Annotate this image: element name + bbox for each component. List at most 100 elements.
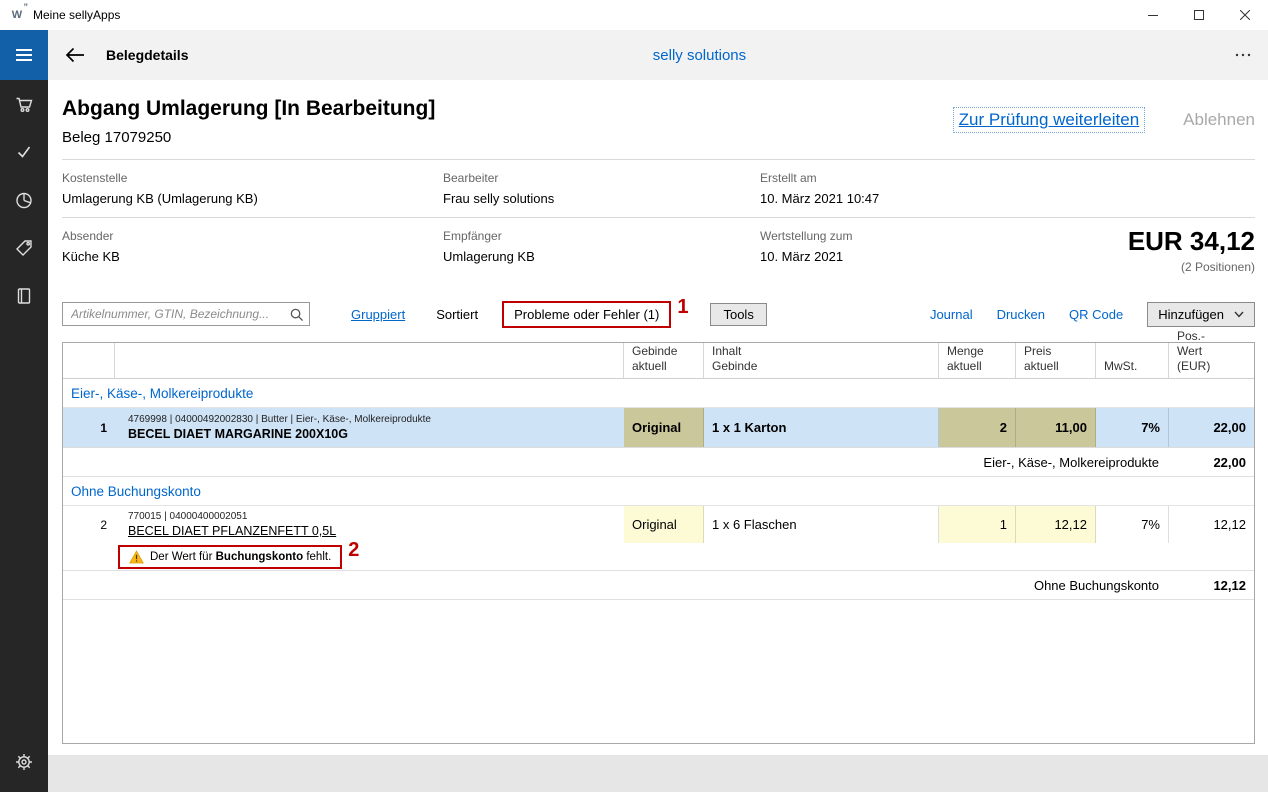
cell-mwst: 7% (1096, 506, 1169, 543)
warning-message-box: Der Wert für Buchungskonto fehlt. (118, 544, 343, 569)
field-value: 10. März 2021 10:47 (760, 191, 880, 206)
tenant-title: selly solutions (652, 46, 747, 64)
document-content: Abgang Umlagerung [In Bearbeitung] Beleg… (48, 80, 1268, 755)
row-position: 1 (100, 420, 107, 435)
row-position: 2 (100, 517, 107, 532)
header-pos-wert: Pos.-Wert (EUR) (1177, 329, 1211, 373)
reject-button[interactable]: Ablehnen (1183, 107, 1255, 133)
problems-filter-button[interactable]: Probleme oder Fehler (1) (502, 300, 672, 328)
app-logo-icon: W (9, 2, 28, 23)
menu-button[interactable] (0, 30, 48, 80)
cell-inhalt[interactable]: 1 x 1 Karton (704, 408, 939, 447)
group-subtotal-row: Eier-, Käse-, Molkereiprodukte 22,00 (63, 448, 1254, 477)
field-value: Umlagerung KB (443, 249, 535, 264)
header-menge: Menge aktuell (939, 343, 1016, 378)
field-kostenstelle: Kostenstelle Umlagerung KB (Umlagerung K… (62, 171, 443, 217)
search-icon[interactable] (289, 307, 304, 322)
forward-for-review-link[interactable]: Zur Prüfung weiterleiten (952, 107, 1146, 133)
chevron-down-icon (1234, 311, 1244, 318)
row-description: 770015 | 04000400002051 BECEL DIAET PFLA… (115, 506, 624, 543)
field-label: Kostenstelle (62, 171, 128, 185)
window-title: Meine sellyApps (33, 8, 121, 22)
warning-triangle-icon (129, 549, 144, 563)
cell-menge[interactable]: 2 (939, 408, 1016, 447)
sidebar-item-reports[interactable] (0, 176, 48, 224)
cell-gebinde[interactable]: Original (624, 408, 704, 447)
annotation-marker-1: 1 (677, 295, 689, 318)
table-row[interactable]: 2 770015 | 04000400002051 BECEL DIAET PF… (63, 506, 1254, 543)
cell-inhalt[interactable]: 1 x 6 Flaschen (704, 506, 939, 543)
article-meta: 770015 | 04000400002051 (128, 511, 248, 522)
document-title: Abgang Umlagerung [In Bearbeitung] (62, 97, 436, 120)
tag-icon (16, 240, 32, 256)
article-name[interactable]: BECEL DIAET PFLANZENFETT 0,5L (128, 524, 336, 538)
back-button[interactable] (62, 42, 88, 68)
minimize-button[interactable] (1130, 0, 1176, 30)
document-number: Beleg 17079250 (62, 129, 172, 146)
close-icon (1240, 10, 1250, 20)
cell-pos-wert: 22,00 (1213, 420, 1246, 435)
cell-preis[interactable]: 11,00 (1016, 408, 1096, 447)
field-value: Frau selly solutions (443, 191, 555, 206)
qr-code-link[interactable]: QR Code (1069, 307, 1123, 322)
footer-strip (48, 755, 1268, 792)
journal-link[interactable]: Journal (930, 307, 973, 322)
minimize-icon (1148, 15, 1158, 16)
header-gebinde: Gebinde aktuell (624, 343, 704, 378)
article-name: BECEL DIAET MARGARINE 200X10G (128, 427, 348, 441)
table-row[interactable]: 1 4769998 | 04000492002830 | Butter | Ei… (63, 408, 1254, 448)
hinzufuegen-button[interactable]: Hinzufügen (1147, 301, 1255, 327)
cell-menge[interactable]: 1 (939, 506, 1016, 543)
sidebar-item-labels[interactable] (0, 224, 48, 272)
header-preis: Preis aktuell (1016, 343, 1096, 378)
search-input[interactable] (71, 307, 289, 321)
field-label: Empfänger (443, 229, 502, 243)
subtotal-label: Eier-, Käse-, Molkereiprodukte (983, 454, 1159, 470)
maximize-button[interactable] (1176, 0, 1222, 30)
table-header-row: Gebinde aktuell Inhalt Gebinde Menge akt… (63, 329, 1254, 379)
group-header: Eier-, Käse-, Molkereiprodukte (63, 379, 1254, 408)
close-button[interactable] (1222, 0, 1268, 30)
list-toolbar: Gruppiert Sortiert Probleme oder Fehler … (62, 296, 1255, 328)
subtotal-value: 12,12 (1213, 577, 1246, 593)
field-empfaenger: Empfänger Umlagerung KB (443, 229, 760, 294)
annotation-marker-2: 2 (348, 539, 360, 561)
cell-gebinde[interactable]: Original (624, 506, 704, 543)
sidebar-item-cart[interactable] (0, 80, 48, 128)
field-label: Bearbeiter (443, 171, 499, 185)
row-warning: Der Wert für Buchungskonto fehlt. 2 (63, 539, 1254, 571)
page-title: Belegdetails (106, 47, 189, 63)
field-absender: Absender Küche KB (62, 229, 443, 294)
field-label: Erstellt am (760, 171, 817, 185)
search-box (62, 302, 310, 326)
gruppiert-link[interactable]: Gruppiert (351, 307, 405, 322)
row-description: 4769998 | 04000492002830 | Butter | Eier… (115, 408, 624, 447)
drucken-link[interactable]: Drucken (997, 307, 1045, 322)
cell-preis[interactable]: 12,12 (1016, 506, 1096, 543)
field-erstellt-am: Erstellt am 10. März 2021 10:47 (760, 171, 1255, 217)
cell-pos-wert: 12,12 (1213, 517, 1246, 532)
settings-button[interactable] (0, 738, 48, 786)
more-button[interactable] (1232, 46, 1254, 64)
group-subtotal-row: Ohne Buchungskonto 12,12 (63, 571, 1254, 600)
window-titlebar: W Meine sellyApps (0, 0, 1268, 30)
sortiert-link[interactable]: Sortiert (436, 307, 478, 322)
window-controls (1130, 0, 1268, 30)
field-bearbeiter: Bearbeiter Frau selly solutions (443, 171, 760, 217)
header-inhalt: Inhalt Gebinde (704, 343, 939, 378)
position-count: (2 Positionen) (1180, 260, 1255, 274)
pie-chart-icon (16, 192, 32, 209)
document-total: EUR 34,12 (2 Positionen) (1128, 226, 1255, 274)
group-title: Ohne Buchungskonto (71, 483, 201, 499)
header-pos (63, 343, 115, 378)
sidebar-item-journal[interactable] (0, 272, 48, 320)
more-ellipsis-icon (1235, 53, 1251, 57)
tools-button[interactable]: Tools (710, 302, 767, 326)
header-mwst: MwSt. (1096, 343, 1169, 378)
gear-icon (16, 754, 32, 770)
subtotal-value: 22,00 (1213, 454, 1246, 470)
group-title: Eier-, Käse-, Molkereiprodukte (71, 385, 254, 401)
app-header: Belegdetails selly solutions (48, 30, 1268, 80)
sidebar-item-tasks[interactable] (0, 128, 48, 176)
